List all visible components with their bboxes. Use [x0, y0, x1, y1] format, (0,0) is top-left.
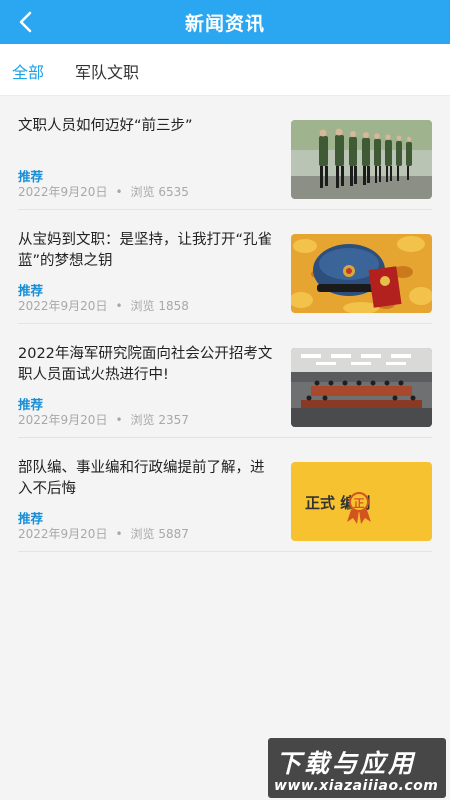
news-item[interactable]: 2022年海军研究院面向社会公开招考文职人员面试火热进行中! 推荐 2022年9… — [18, 324, 432, 438]
news-meta: 2022年9月20日 • 浏览 6535 — [18, 183, 189, 200]
news-item[interactable]: 部队编、事业编和行政编提前了解，进入不后悔 推荐 2022年9月20日 • 浏览 5… — [18, 438, 432, 552]
news-meta: 2022年9月20日 • 浏览 1858 — [18, 297, 189, 314]
news-date: 2022年9月20日 — [18, 413, 108, 427]
staffing-badge-text: 正 — [354, 497, 365, 510]
news-meta: 2022年9月20日 • 浏览 5887 — [18, 525, 189, 542]
news-title: 从宝妈到文职：是坚持，让我打开“孔雀蓝”的梦想之钥 — [18, 232, 273, 269]
news-views: 浏览 2357 — [130, 413, 189, 427]
military-cap-image — [291, 234, 432, 313]
app-header: 新闻资讯 — [0, 0, 450, 44]
tab-military-civilian[interactable]: 军队文职 — [75, 59, 139, 83]
news-title: 部队编、事业编和行政编提前了解，进入不后悔 — [18, 460, 265, 497]
meta-separator: • — [115, 527, 123, 541]
news-date: 2022年9月20日 — [18, 527, 108, 541]
chevron-left-icon — [19, 11, 32, 33]
news-views: 浏览 5887 — [130, 527, 189, 541]
news-item[interactable]: 文职人员如何迈好“前三步” 推荐 2022年9月20日 • 浏览 6535 — [18, 96, 432, 210]
news-meta: 2022年9月20日 • 浏览 2357 — [18, 411, 189, 428]
page-title: 新闻资讯 — [184, 12, 265, 35]
watermark: 下载与应用 www.xiazaiiiao.com — [268, 738, 446, 798]
news-list: 文职人员如何迈好“前三步” 推荐 2022年9月20日 • 浏览 6535 从宝… — [0, 96, 450, 800]
back-button[interactable] — [10, 7, 40, 37]
conference-room-image — [291, 348, 432, 427]
news-views: 浏览 1858 — [130, 299, 189, 313]
meta-separator: • — [115, 185, 123, 199]
news-date: 2022年9月20日 — [18, 185, 108, 199]
watermark-title: 下载与应用 — [276, 749, 417, 778]
news-views: 浏览 6535 — [130, 185, 189, 199]
watermark-url: www.xiazaiiiao.com — [274, 778, 439, 794]
meta-separator: • — [115, 413, 123, 427]
news-title: 文职人员如何迈好“前三步” — [18, 118, 193, 134]
news-item[interactable]: 从宝妈到文职：是坚持，让我打开“孔雀蓝”的梦想之钥 推荐 2022年9月20日 •… — [18, 210, 432, 324]
meta-separator: • — [115, 299, 123, 313]
category-tabs: 全部 军队文职 — [0, 44, 450, 96]
tab-all[interactable]: 全部 — [12, 59, 44, 83]
marching-soldiers-image — [291, 120, 432, 199]
news-date: 2022年9月20日 — [18, 299, 108, 313]
formal-staffing-image: 正式 编制 正 — [291, 462, 432, 541]
news-title: 2022年海军研究院面向社会公开招考文职人员面试火热进行中! — [18, 346, 273, 383]
